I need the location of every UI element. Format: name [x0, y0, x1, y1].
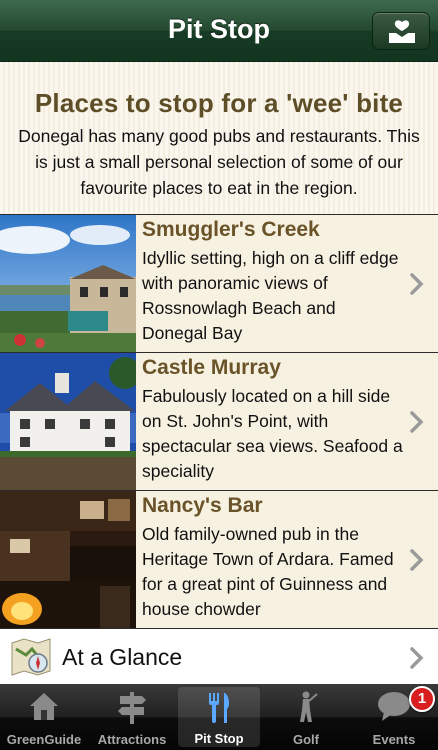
golfer-icon	[300, 691, 318, 722]
tab-attractions[interactable]: Attractions	[90, 684, 174, 750]
place-title: Smuggler's Creek	[142, 218, 320, 241]
tab-pit-stop[interactable]: Pit Stop	[178, 687, 260, 747]
tab-bar: GreenGuide Attractions Pit Stop Golf Eve…	[0, 684, 438, 750]
chevron-right-icon	[410, 549, 424, 571]
map-compass-icon	[11, 638, 51, 676]
nancys-bar-photo	[0, 491, 136, 628]
at-a-glance-label: At a Glance	[62, 644, 183, 670]
place-description: Old family-owned pub in the Heritage Tow…	[142, 524, 394, 619]
chevron-right-icon	[410, 273, 424, 295]
intro-section: Places to stop for a 'wee' bite Donegal …	[0, 62, 438, 214]
tab-label: Golf	[293, 732, 319, 747]
tab-label: Attractions	[97, 732, 167, 747]
events-badge: 1	[409, 686, 435, 712]
hand-with-heart-icon	[389, 20, 415, 43]
at-a-glance-row[interactable]: At a Glance	[0, 628, 438, 684]
chevron-right-icon	[410, 411, 424, 433]
castle-murray-photo	[0, 353, 136, 490]
intro-title: Places to stop for a 'wee' bite	[34, 88, 404, 118]
tab-greenguide[interactable]: GreenGuide	[2, 684, 86, 750]
speech-bubble-icon	[378, 692, 410, 721]
house-icon	[30, 693, 58, 720]
list-item-smugglers-creek[interactable]: Smuggler's Creek Idyllic setting, high o…	[0, 214, 438, 352]
place-title: Nancy's Bar	[142, 494, 263, 517]
place-description: Fabulously located on a hill side on St.…	[142, 386, 403, 481]
tab-label: Pit Stop	[194, 731, 244, 746]
place-description: Idyllic setting, high on a cliff edge wi…	[142, 248, 399, 343]
fork-knife-icon	[209, 693, 230, 723]
chevron-right-icon	[410, 647, 424, 669]
smugglers-creek-photo	[0, 215, 136, 352]
list-item-castle-murray[interactable]: Castle Murray Fabulously located on a hi…	[0, 352, 438, 490]
signpost-icon	[118, 692, 146, 724]
place-title: Castle Murray	[142, 356, 281, 379]
list-item-nancys-bar[interactable]: Nancy's Bar Old family-owned pub in the …	[0, 490, 438, 628]
navigation-bar: Pit Stop	[0, 0, 438, 62]
favorite-button[interactable]	[372, 12, 430, 50]
intro-text: Donegal has many good pubs and restauran…	[18, 126, 420, 198]
tab-label: GreenGuide	[6, 732, 82, 747]
tab-label: Events	[372, 732, 416, 747]
tab-golf[interactable]: Golf	[264, 684, 348, 750]
